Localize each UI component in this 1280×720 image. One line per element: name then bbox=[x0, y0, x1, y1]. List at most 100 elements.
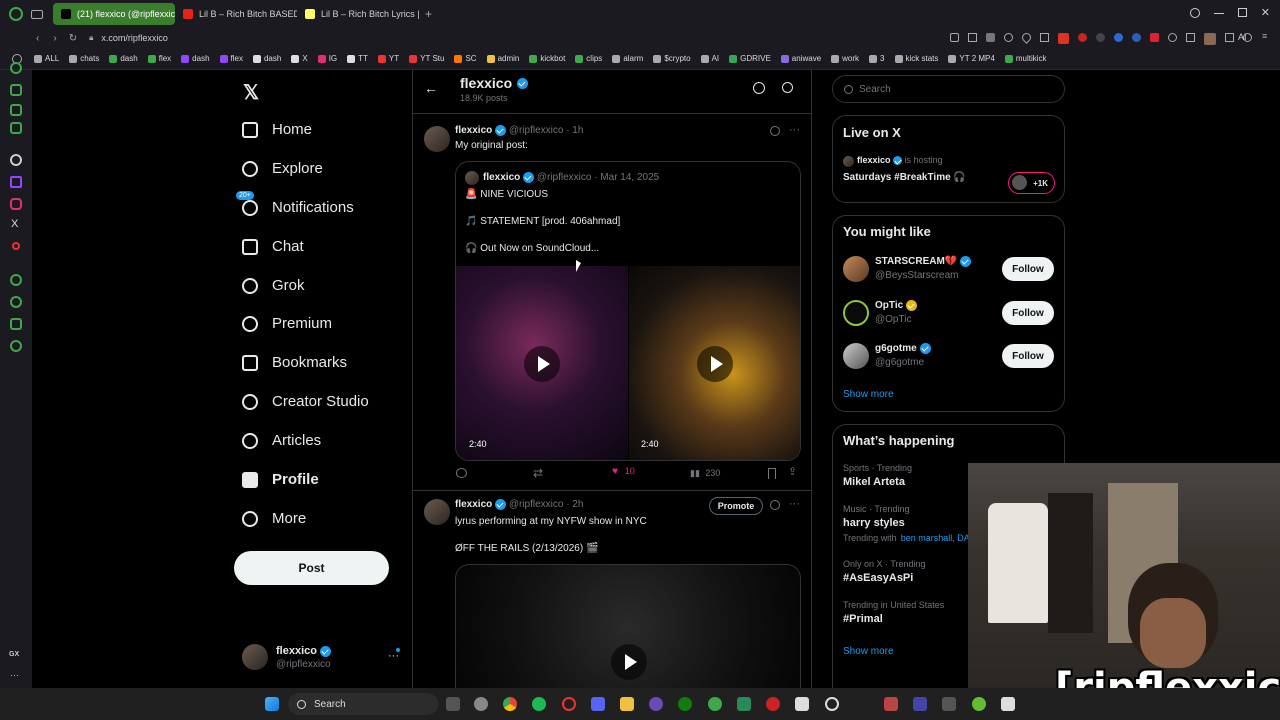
sidebar-workspaces-icon[interactable] bbox=[10, 84, 22, 96]
share-icon[interactable]: ⇪ bbox=[788, 465, 797, 478]
app-icon[interactable] bbox=[942, 697, 956, 711]
nav-item-home[interactable]: Home bbox=[242, 121, 312, 138]
post-more-icon[interactable]: ··· bbox=[789, 498, 800, 510]
bookmark-item[interactable]: kickbot bbox=[529, 54, 565, 63]
bookmark-item[interactable]: AI bbox=[700, 54, 719, 63]
trend-name[interactable]: #Primal bbox=[843, 613, 883, 625]
puzzle-icon[interactable] bbox=[1186, 33, 1195, 42]
tab-genius[interactable]: Lil B – Rich Bitch Lyrics | G bbox=[297, 3, 419, 25]
nav-item-creator-studio[interactable]: Creator Studio bbox=[242, 393, 369, 410]
avatar[interactable] bbox=[843, 256, 869, 282]
cube-icon[interactable] bbox=[1040, 33, 1049, 42]
nav-item-premium[interactable]: Premium bbox=[242, 315, 332, 332]
bookmark-item[interactable]: flex bbox=[219, 54, 243, 63]
app-icon[interactable] bbox=[972, 697, 986, 711]
bookmark-item[interactable]: SC bbox=[454, 54, 477, 63]
menu-icon[interactable]: ≡ bbox=[1262, 31, 1267, 41]
nav-item-chat[interactable]: Chat bbox=[242, 238, 304, 255]
promote-button[interactable]: Promote bbox=[709, 497, 763, 515]
app-green-icon[interactable] bbox=[708, 697, 722, 711]
discord-icon[interactable] bbox=[591, 697, 605, 711]
bookmark-item[interactable]: TT bbox=[347, 54, 368, 63]
bookmark-item[interactable]: flex bbox=[147, 54, 171, 63]
sidebar-settings-icon[interactable] bbox=[10, 340, 22, 352]
nav-item-more[interactable]: More bbox=[242, 510, 306, 527]
url-field[interactable]: x.com/ripflexxico bbox=[101, 33, 168, 43]
bookmark-item[interactable]: kick stats bbox=[894, 54, 938, 63]
play-icon[interactable] bbox=[697, 346, 733, 382]
grok-icon[interactable] bbox=[770, 500, 780, 510]
bookmark-item[interactable]: $crypto bbox=[653, 54, 691, 63]
sidebar-instagram-icon[interactable] bbox=[10, 198, 22, 210]
sidebar-chatgpt-icon[interactable] bbox=[10, 154, 22, 166]
nav-item-notifications[interactable]: 20+ Notifications bbox=[236, 191, 354, 216]
post-author-handle[interactable]: @ripflexxico bbox=[509, 499, 564, 510]
bookmark-item[interactable]: work bbox=[831, 54, 859, 63]
views-button[interactable]: ▮▮ 230 bbox=[690, 468, 720, 479]
app-icon[interactable] bbox=[913, 697, 927, 711]
suggestion-name-row[interactable]: STARSCREAM💔 bbox=[875, 256, 972, 267]
ext-blue2-icon[interactable] bbox=[1132, 33, 1141, 42]
grok-icon[interactable] bbox=[770, 126, 780, 136]
search-icon[interactable] bbox=[1189, 8, 1200, 18]
back-arrow-icon[interactable]: ← bbox=[424, 80, 438, 96]
tab-youtube[interactable]: Lil B – Rich Bitch BASED M bbox=[175, 3, 297, 25]
search-input[interactable]: Search bbox=[832, 75, 1065, 103]
bookmark-item[interactable]: YT 2 MP4 bbox=[948, 54, 995, 63]
post-more-icon[interactable]: ··· bbox=[789, 124, 800, 136]
shield-icon[interactable] bbox=[986, 33, 995, 42]
account-switcher[interactable]: flexxico @ripflexxico ··· bbox=[242, 642, 402, 676]
profile-avatar[interactable] bbox=[1204, 33, 1216, 45]
nav-item-profile[interactable]: Profile bbox=[242, 471, 319, 488]
bookmark-item[interactable]: dash bbox=[181, 54, 210, 63]
show-more-link[interactable]: Show more bbox=[843, 389, 894, 400]
tab-overview-icon[interactable] bbox=[31, 9, 43, 19]
sidebar-x-icon[interactable]: X bbox=[11, 218, 18, 230]
xbox-icon[interactable] bbox=[678, 697, 692, 711]
sidebar-messenger-icon[interactable] bbox=[10, 122, 22, 134]
video-thumbnail[interactable]: 2:40 bbox=[629, 266, 800, 460]
trend-name[interactable]: #AsEasyAsPi bbox=[843, 572, 913, 584]
record-icon[interactable] bbox=[1058, 33, 1069, 44]
app-icon[interactable] bbox=[474, 697, 488, 711]
repost-icon[interactable]: ⇄ bbox=[533, 466, 543, 480]
header-search-icon[interactable] bbox=[782, 82, 793, 93]
bookmark-item[interactable]: chats bbox=[69, 54, 99, 63]
bookmark-item[interactable]: alarm bbox=[612, 54, 643, 63]
minimize-icon[interactable] bbox=[1213, 13, 1224, 14]
live-host[interactable]: flexxico bbox=[857, 155, 891, 165]
forward-icon[interactable]: › bbox=[53, 33, 56, 44]
trend-name[interactable]: Mikel Arteta bbox=[843, 476, 905, 488]
sidebar-twitch-icon[interactable] bbox=[10, 176, 22, 188]
follow-button[interactable]: Follow bbox=[1002, 257, 1054, 281]
bookmark-item[interactable]: YT Stu bbox=[409, 54, 444, 63]
bookmark-item[interactable]: dash bbox=[252, 54, 281, 63]
ext-grey-icon[interactable] bbox=[1168, 33, 1177, 42]
reply-icon[interactable] bbox=[456, 468, 467, 478]
avatar[interactable] bbox=[424, 499, 450, 525]
sidebar-clock-icon[interactable] bbox=[10, 296, 22, 308]
video-thumbnail[interactable] bbox=[455, 564, 801, 688]
sidebar-extensions-icon[interactable] bbox=[10, 318, 22, 330]
windows-start-icon[interactable] bbox=[265, 697, 279, 711]
opera-gx-icon[interactable] bbox=[562, 697, 576, 711]
app-icon[interactable] bbox=[1001, 697, 1015, 711]
follow-button[interactable]: Follow bbox=[1002, 344, 1054, 368]
download-icon[interactable] bbox=[1225, 33, 1234, 42]
app-icon[interactable] bbox=[737, 697, 751, 711]
app-icon[interactable] bbox=[766, 697, 780, 711]
maximize-icon[interactable] bbox=[1237, 8, 1247, 17]
avatar[interactable] bbox=[424, 126, 450, 152]
listener-count-badge[interactable]: +1K bbox=[1008, 172, 1055, 194]
nav-item-articles[interactable]: Articles bbox=[242, 432, 321, 449]
youtube-ext-icon[interactable] bbox=[1078, 33, 1087, 42]
post-button[interactable]: Post bbox=[234, 551, 389, 585]
app-icon[interactable] bbox=[795, 697, 809, 711]
suggestion-name-row[interactable]: OpTic bbox=[875, 300, 918, 311]
bookmark-item[interactable]: admin bbox=[486, 54, 519, 63]
nav-item-explore[interactable]: Explore bbox=[242, 160, 323, 177]
obs-icon[interactable] bbox=[649, 697, 663, 711]
avatar[interactable] bbox=[843, 300, 869, 326]
post-time[interactable]: · 1h bbox=[566, 125, 583, 136]
bookmark-item[interactable]: IG bbox=[317, 54, 337, 63]
